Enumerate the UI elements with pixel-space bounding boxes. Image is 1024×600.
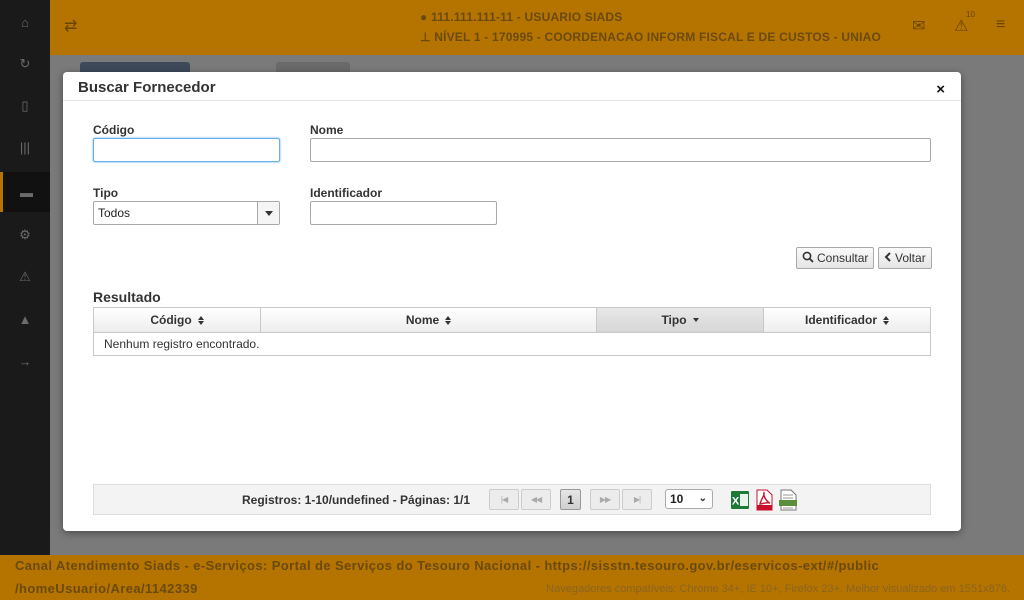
modal-header: Buscar Fornecedor × [63,72,961,101]
nome-label: Nome [310,123,344,137]
footer-support-line: Canal Atendimento Siads - e-Serviços: Po… [15,558,880,573]
envelope-icon[interactable]: ✉ [912,16,925,36]
column-label: Nome [405,313,440,327]
identificador-label: Identificador [310,186,383,200]
hamburger-menu-icon[interactable]: ≡ [996,16,1005,34]
barcode-icon[interactable]: ||| [0,127,50,167]
column-label: Tipo [661,313,687,327]
refresh-icon[interactable]: ↻ [0,44,50,84]
alert-icon[interactable]: ⚠ [954,16,968,36]
excel-export-icon[interactable]: X [730,489,750,511]
previous-page-button[interactable]: ◀◀ [521,489,551,510]
home-icon[interactable]: ⌂ [0,2,50,42]
unit-name: NÍVEL 1 - 170995 - COORDENACAO INFORM FI… [434,30,882,44]
rows-per-page-select[interactable]: 10 ⌄ [665,489,713,509]
column-header-identificador[interactable]: Identificador [764,308,930,332]
footer: Canal Atendimento Siads - e-Serviços: Po… [0,555,1024,600]
column-label: Identificador [804,313,877,327]
sort-desc-icon [692,318,699,322]
sign-out-icon[interactable]: → [0,341,50,381]
footer-compat: Navegadores compatíveis: Chrome 34+, IE … [546,583,1010,595]
unit-info: ⊥ NÍVEL 1 - 170995 - COORDENACAO INFORM … [420,30,881,44]
empty-message: Nenhum registro encontrado. [104,337,260,351]
chevron-left-icon [884,251,892,265]
sort-icon [883,315,889,325]
pdf-export-icon[interactable] [754,489,774,511]
gears-icon[interactable]: ⚙ [0,215,50,255]
column-header-tipo[interactable]: Tipo [597,308,764,332]
close-icon[interactable]: × [936,82,945,97]
paginator: Registros: 1-10/undefined - Páginas: 1/1… [93,484,931,515]
buscar-fornecedor-dialog: Buscar Fornecedor × Código Nome Tipo Tod… [63,72,961,531]
result-table: Código Nome Tipo Identificador Nenhum re… [93,307,931,356]
voltar-button[interactable]: Voltar [878,247,932,269]
identificador-input[interactable] [310,201,497,225]
tipo-dropdown-trigger[interactable] [257,202,279,224]
sidebar: ⌂ ↻ ▯ ||| ▬ ⚙ ⚠ ▲ → [0,0,50,555]
top-bar: ⇄ ● 111.111.111-11 - USUARIO SIADS ⊥ NÍV… [50,0,1024,55]
table-header: Código Nome Tipo Identificador [94,308,930,333]
voltar-label: Voltar [895,251,926,265]
column-header-nome[interactable]: Nome [261,308,597,332]
consultar-button[interactable]: Consultar [796,247,875,269]
first-page-button[interactable]: |◀ [489,489,519,510]
chevron-down-icon: ⌄ [698,493,707,504]
sort-icon [445,315,452,325]
menu-toggle-icon[interactable]: ⇄ [64,16,77,36]
last-page-button[interactable]: ▶| [622,489,652,510]
page-button-current[interactable]: 1 [560,489,581,510]
nome-input[interactable] [310,138,931,162]
column-label: Código [150,313,192,327]
modal-title: Buscar Fornecedor [78,79,216,96]
codigo-label: Código [93,123,135,137]
codigo-input[interactable] [93,138,280,162]
search-icon [802,251,814,266]
svg-text:X: X [732,496,740,508]
consultar-label: Consultar [817,251,869,265]
sort-icon [197,315,204,325]
next-page-button[interactable]: ▶▶ [590,489,620,510]
notification-badge: 10 [966,10,975,19]
graduation-icon[interactable]: ▲ [0,299,50,339]
user-info: ● 111.111.111-11 - USUARIO SIADS [420,10,622,24]
tipo-select[interactable]: Todos [93,201,280,225]
csv-export-icon[interactable] [778,489,798,511]
resultado-title: Resultado [93,289,161,305]
paginator-info: Registros: 1-10/undefined - Páginas: 1/1 [242,493,471,507]
column-header-codigo[interactable]: Código [94,308,261,332]
sitemap-icon: ⊥ [420,30,431,44]
rows-per-page-value: 10 [670,492,684,506]
caret-down-icon [264,210,273,216]
user-icon: ● [420,10,428,24]
user-name: 111.111.111-11 - USUARIO SIADS [431,10,623,24]
document-icon[interactable]: ▯ [0,86,50,126]
archive-icon[interactable]: ▬ [0,172,50,212]
footer-path-line: /homeUsuario/Area/1142339 [15,581,198,596]
warning-icon[interactable]: ⚠ [0,257,50,297]
tipo-selected-value: Todos [98,206,131,220]
tipo-label: Tipo [93,186,119,200]
